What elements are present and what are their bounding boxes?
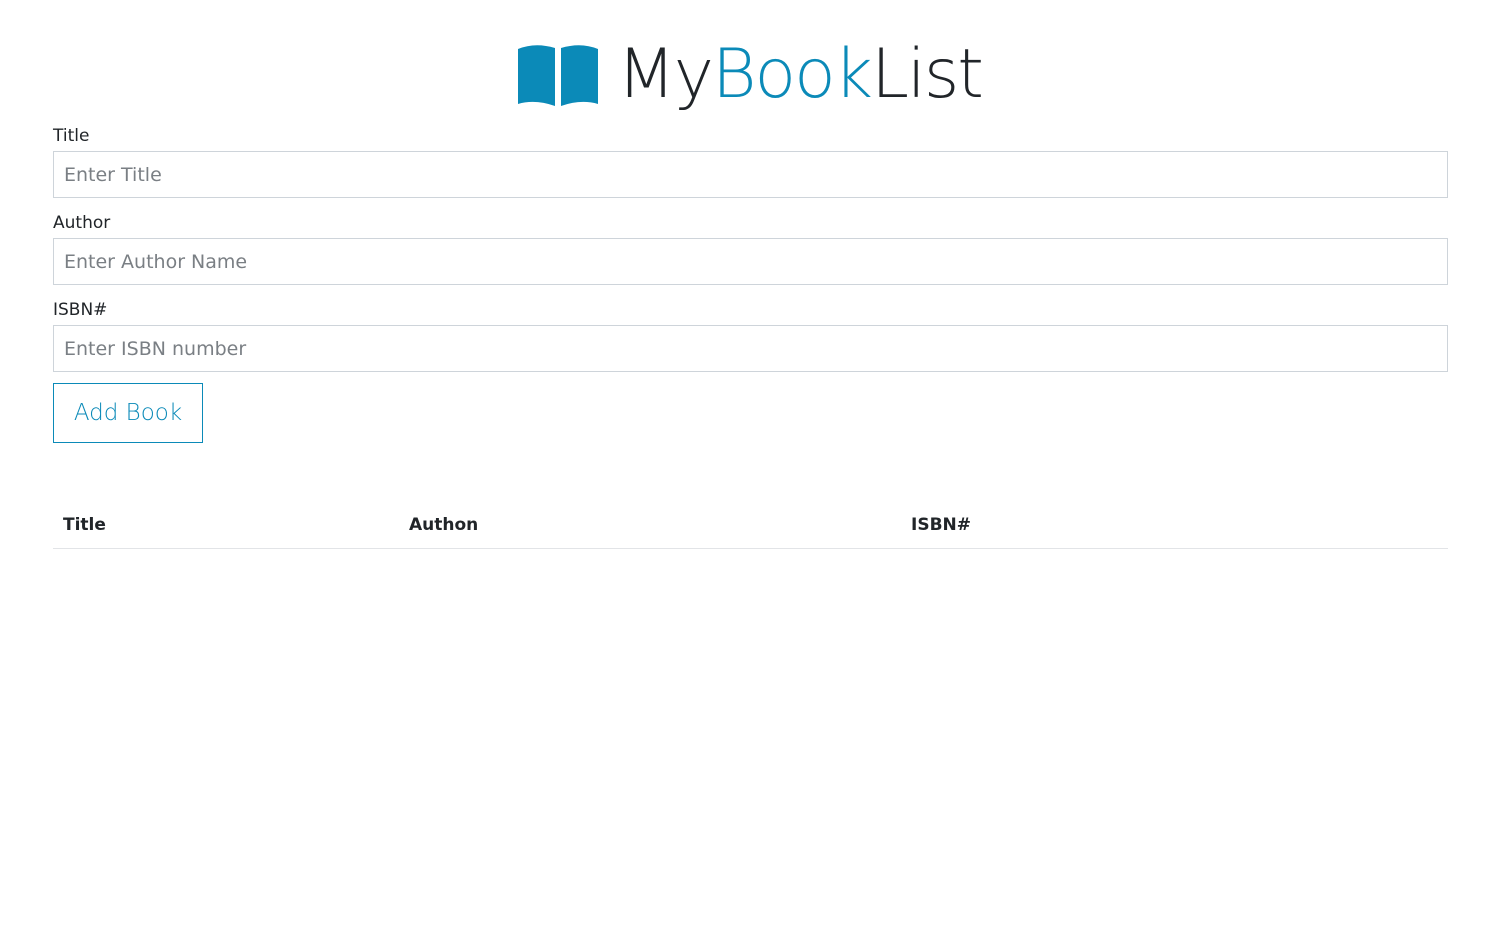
app-container: MyBookList Title Author ISBN# Add Book T… xyxy=(0,0,1499,935)
add-book-button[interactable]: Add Book xyxy=(53,383,203,443)
table-header: Title Authon ISBN# xyxy=(53,500,1448,549)
table-header-row: Title Authon ISBN# xyxy=(53,500,1448,549)
column-header-title: Title xyxy=(53,500,399,549)
app-header: MyBookList xyxy=(0,30,1499,120)
brand-list: List xyxy=(871,35,984,114)
book-list-table: Title Authon ISBN# xyxy=(53,500,1448,549)
app-title: MyBookList xyxy=(617,41,984,109)
isbn-label: ISBN# xyxy=(53,300,108,320)
author-input[interactable] xyxy=(53,238,1448,285)
title-input[interactable] xyxy=(53,151,1448,198)
column-header-isbn: ISBN# xyxy=(901,500,1448,549)
book-form: Title Author ISBN# Add Book xyxy=(53,124,1448,443)
title-label: Title xyxy=(53,126,90,146)
author-label: Author xyxy=(53,213,111,233)
open-book-icon xyxy=(518,45,599,106)
isbn-input[interactable] xyxy=(53,325,1448,372)
column-header-author: Authon xyxy=(399,500,901,549)
brand-book: Book xyxy=(711,35,873,114)
brand-my: My xyxy=(617,35,714,114)
